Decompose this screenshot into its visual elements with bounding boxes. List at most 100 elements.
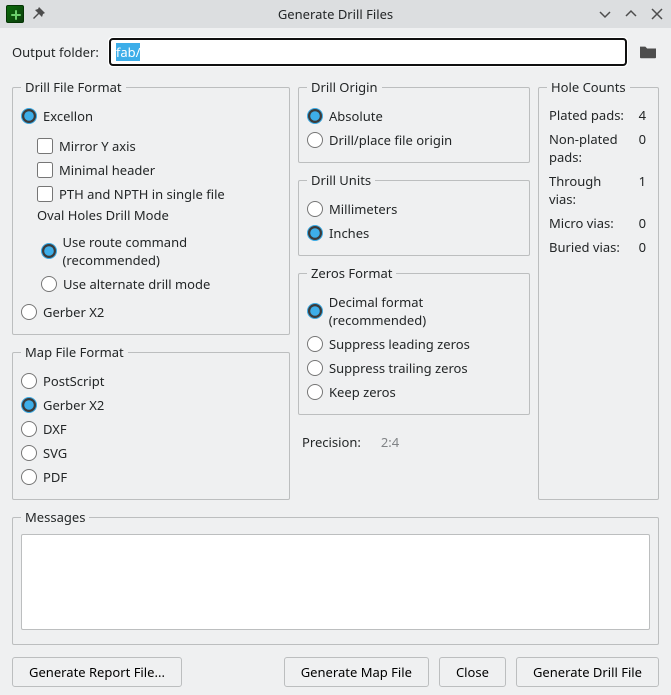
radio-map-pdf[interactable]: PDF xyxy=(21,465,281,489)
map-file-format-group: Map File Format PostScript Gerber X2 DXF… xyxy=(12,343,290,500)
radio-map-dxf-label: DXF xyxy=(43,420,67,438)
radio-zeros-supp-trail-label: Suppress trailing zeros xyxy=(329,359,468,377)
micro-vias-value: 0 xyxy=(639,214,646,232)
checkbox-minimal-header-input[interactable] xyxy=(37,162,53,178)
radio-map-svg-label: SVG xyxy=(43,444,67,462)
radio-units-in-label: Inches xyxy=(329,224,369,242)
radio-units-mm-label: Millimeters xyxy=(329,200,397,218)
app-icon xyxy=(6,5,24,23)
checkbox-mirror-y-label: Mirror Y axis xyxy=(59,137,136,155)
radio-map-svg-input[interactable] xyxy=(21,445,37,461)
radio-oval-alt-input[interactable] xyxy=(41,276,57,292)
output-folder-input[interactable] xyxy=(109,38,627,66)
plated-pads-value: 4 xyxy=(639,106,646,124)
checkbox-minimal-header[interactable]: Minimal header xyxy=(37,158,281,182)
radio-units-mm-input[interactable] xyxy=(307,201,323,217)
micro-vias-label: Micro vias: xyxy=(549,214,629,232)
radio-map-svg[interactable]: SVG xyxy=(21,441,281,465)
precision-value: 2:4 xyxy=(381,433,399,451)
titlebar: Generate Drill Files xyxy=(0,0,671,28)
precision-row: Precision: 2:4 xyxy=(298,433,530,451)
hole-counts-group: Hole Counts Plated pads: 4 Non-plated pa… xyxy=(538,78,659,500)
radio-map-postscript-input[interactable] xyxy=(21,373,37,389)
window-title: Generate Drill Files xyxy=(0,5,671,23)
drill-origin-group: Drill Origin Absolute Drill/place file o… xyxy=(298,78,530,163)
checkbox-mirror-y[interactable]: Mirror Y axis xyxy=(37,134,281,158)
drill-file-format-legend: Drill File Format xyxy=(21,78,126,96)
radio-zeros-supp-lead-input[interactable] xyxy=(307,336,323,352)
drill-file-format-group: Drill File Format Excellon Mirror Y axis… xyxy=(12,78,290,335)
generate-map-button[interactable]: Generate Map File xyxy=(284,657,429,687)
map-file-format-legend: Map File Format xyxy=(21,343,128,361)
radio-map-gerber-input[interactable] xyxy=(21,397,37,413)
radio-zeros-supp-lead-label: Suppress leading zeros xyxy=(329,335,470,353)
drill-origin-legend: Drill Origin xyxy=(307,78,382,96)
messages-textarea[interactable] xyxy=(21,534,650,630)
hole-counts-legend: Hole Counts xyxy=(547,78,630,96)
radio-excellon[interactable]: Excellon xyxy=(21,104,281,128)
radio-origin-place-label: Drill/place file origin xyxy=(329,131,452,149)
checkbox-pth-npth-input[interactable] xyxy=(37,186,53,202)
radio-map-pdf-input[interactable] xyxy=(21,469,37,485)
radio-gerber-x2-drill-label: Gerber X2 xyxy=(43,303,104,321)
through-vias-label: Through vias: xyxy=(549,172,629,208)
radio-origin-absolute[interactable]: Absolute xyxy=(307,104,521,128)
radio-oval-alt[interactable]: Use alternate drill mode xyxy=(41,272,281,296)
output-folder-row: Output folder: xyxy=(12,38,659,66)
buried-vias-value: 0 xyxy=(639,238,646,256)
radio-origin-absolute-label: Absolute xyxy=(329,107,383,125)
checkbox-mirror-y-input[interactable] xyxy=(37,138,53,154)
radio-zeros-decimal-label: Decimal format (recommended) xyxy=(329,293,521,329)
drill-units-group: Drill Units Millimeters Inches xyxy=(298,171,530,256)
minimize-icon[interactable] xyxy=(597,6,613,22)
output-folder-label: Output folder: xyxy=(12,43,99,61)
browse-folder-button[interactable] xyxy=(637,41,659,63)
radio-zeros-keep-input[interactable] xyxy=(307,384,323,400)
radio-zeros-keep-label: Keep zeros xyxy=(329,383,396,401)
radio-oval-route[interactable]: Use route command (recommended) xyxy=(41,230,281,272)
messages-legend: Messages xyxy=(21,508,89,526)
radio-map-dxf[interactable]: DXF xyxy=(21,417,281,441)
radio-units-in-input[interactable] xyxy=(307,225,323,241)
radio-zeros-keep[interactable]: Keep zeros xyxy=(307,380,521,404)
through-vias-value: 1 xyxy=(639,172,646,208)
radio-zeros-supp-trail-input[interactable] xyxy=(307,360,323,376)
precision-label: Precision: xyxy=(302,433,361,451)
radio-map-dxf-input[interactable] xyxy=(21,421,37,437)
radio-map-postscript[interactable]: PostScript xyxy=(21,369,281,393)
bottom-button-bar: Generate Report File... Generate Map Fil… xyxy=(12,657,659,687)
oval-holes-title: Oval Holes Drill Mode xyxy=(37,206,281,224)
radio-zeros-supp-lead[interactable]: Suppress leading zeros xyxy=(307,332,521,356)
radio-map-gerber-label: Gerber X2 xyxy=(43,396,104,414)
close-icon[interactable] xyxy=(649,6,665,22)
radio-map-pdf-label: PDF xyxy=(43,468,67,486)
nonplated-pads-label: Non-plated pads: xyxy=(549,130,629,166)
drill-units-legend: Drill Units xyxy=(307,171,375,189)
checkbox-pth-npth[interactable]: PTH and NPTH in single file xyxy=(37,182,281,206)
radio-origin-place[interactable]: Drill/place file origin xyxy=(307,128,521,152)
radio-map-gerber[interactable]: Gerber X2 xyxy=(21,393,281,417)
zeros-format-legend: Zeros Format xyxy=(307,264,396,282)
radio-oval-route-label: Use route command (recommended) xyxy=(63,233,281,269)
radio-zeros-decimal[interactable]: Decimal format (recommended) xyxy=(307,290,521,332)
radio-map-postscript-label: PostScript xyxy=(43,372,104,390)
radio-zeros-supp-trail[interactable]: Suppress trailing zeros xyxy=(307,356,521,380)
radio-units-in[interactable]: Inches xyxy=(307,221,521,245)
radio-gerber-x2-drill-input[interactable] xyxy=(21,304,37,320)
radio-oval-alt-label: Use alternate drill mode xyxy=(63,275,210,293)
close-button[interactable]: Close xyxy=(439,657,506,687)
checkbox-minimal-header-label: Minimal header xyxy=(59,161,155,179)
plated-pads-label: Plated pads: xyxy=(549,106,629,124)
generate-drill-button[interactable]: Generate Drill File xyxy=(516,657,659,687)
radio-excellon-label: Excellon xyxy=(43,107,93,125)
radio-excellon-input[interactable] xyxy=(21,108,37,124)
pin-icon[interactable] xyxy=(30,6,46,22)
generate-report-button[interactable]: Generate Report File... xyxy=(12,657,182,687)
radio-zeros-decimal-input[interactable] xyxy=(307,303,323,319)
maximize-icon[interactable] xyxy=(623,6,639,22)
radio-gerber-x2-drill[interactable]: Gerber X2 xyxy=(21,300,281,324)
radio-oval-route-input[interactable] xyxy=(41,243,57,259)
radio-units-mm[interactable]: Millimeters xyxy=(307,197,521,221)
radio-origin-absolute-input[interactable] xyxy=(307,108,323,124)
radio-origin-place-input[interactable] xyxy=(307,132,323,148)
